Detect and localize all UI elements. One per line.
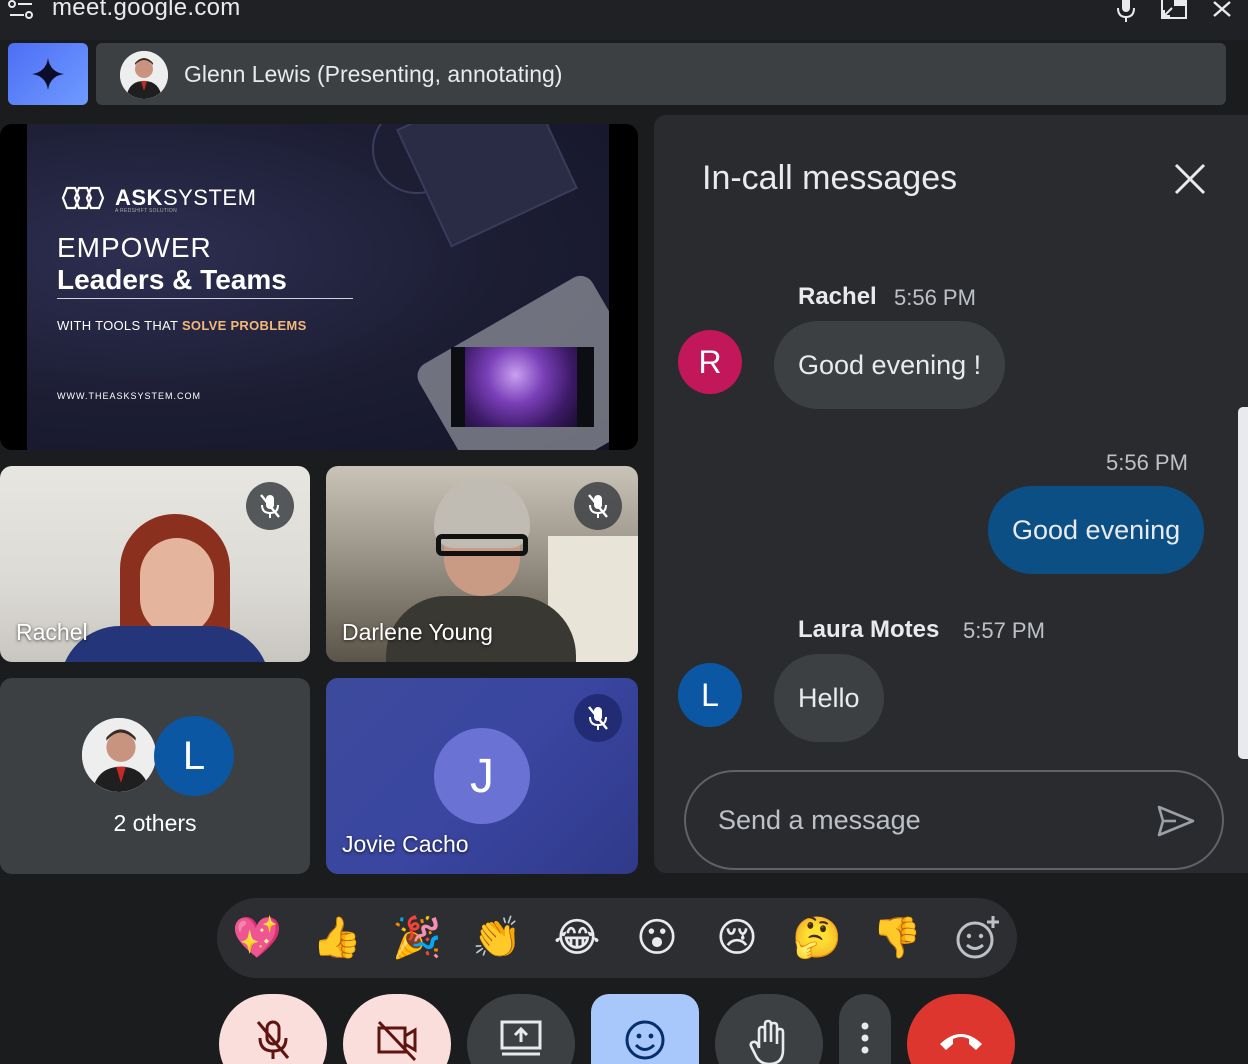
reaction-crying[interactable]: 😢 bbox=[709, 910, 765, 966]
reaction-party-popper[interactable]: 🎉 bbox=[389, 910, 445, 966]
more-vert-icon bbox=[861, 1022, 869, 1054]
sparkle-icon bbox=[32, 58, 64, 90]
close-icon[interactable] bbox=[1172, 161, 1208, 197]
avatar: L bbox=[154, 716, 234, 796]
avatar: R bbox=[678, 330, 742, 394]
participant-name: Jovie Cacho bbox=[342, 831, 469, 857]
more-options-button[interactable] bbox=[839, 994, 891, 1064]
camera-off-icon bbox=[377, 1020, 417, 1062]
reaction-laughing[interactable]: 😂 bbox=[549, 910, 605, 966]
logo-mark-icon bbox=[61, 186, 105, 210]
gemini-button[interactable] bbox=[8, 43, 88, 105]
browser-top-bar: meet.google.com bbox=[0, 0, 1248, 40]
message-sender: Rachel bbox=[798, 283, 877, 310]
meet-window: meet.google.com Glenn Lewis (Presenting,… bbox=[0, 0, 1248, 1064]
raise-hand-icon bbox=[749, 1019, 785, 1064]
reaction-thinking[interactable]: 🤔 bbox=[789, 910, 845, 966]
scrollbar[interactable] bbox=[1238, 407, 1248, 759]
site-settings-icon[interactable] bbox=[8, 0, 34, 22]
muted-mic-icon bbox=[246, 482, 294, 530]
reactions-bar: 💖 👍 🎉 👏 😂 😮 😢 🤔 👎 bbox=[217, 898, 1017, 978]
browser-url[interactable]: meet.google.com bbox=[52, 0, 241, 22]
present-screen-button[interactable] bbox=[467, 994, 575, 1064]
others-tile[interactable]: L 2 others bbox=[0, 678, 310, 874]
message-bubble: Hello bbox=[774, 654, 884, 742]
close-window-icon[interactable] bbox=[1212, 0, 1232, 22]
message-input-container bbox=[684, 770, 1224, 870]
add-reaction-icon[interactable] bbox=[949, 910, 1005, 966]
picture-in-picture-icon[interactable] bbox=[1160, 0, 1188, 22]
microphone-icon[interactable] bbox=[1116, 0, 1136, 22]
presenter-banner[interactable]: Glenn Lewis (Presenting, annotating) bbox=[96, 43, 1226, 105]
message-time: 5:56 PM bbox=[1106, 450, 1188, 475]
avatar: L bbox=[678, 663, 742, 727]
message-bubble: Good evening ! bbox=[774, 321, 1006, 409]
message-input[interactable] bbox=[718, 798, 1138, 842]
slide-website: WWW.THEASKSYSTEM.COM bbox=[57, 391, 202, 401]
raise-hand-button[interactable] bbox=[715, 994, 823, 1064]
panel-title: In-call messages bbox=[702, 159, 958, 197]
participant-tile-rachel[interactable]: Rachel bbox=[0, 466, 310, 662]
hang-up-icon bbox=[940, 1034, 982, 1050]
others-label: 2 others bbox=[113, 810, 197, 836]
avatar bbox=[80, 716, 158, 794]
present-screen-icon bbox=[500, 1020, 542, 1056]
participant-name: Darlene Young bbox=[342, 619, 493, 645]
presenter-avatar bbox=[120, 51, 168, 99]
presentation-slide: ASKSYSTEM A REDSHIFT SOLUTION EMPOWER Le… bbox=[27, 124, 609, 450]
reaction-thumbs-up[interactable]: 👍 bbox=[309, 910, 365, 966]
muted-mic-icon bbox=[574, 694, 622, 742]
microphone-off-icon bbox=[256, 1020, 290, 1059]
reaction-sparkling-heart[interactable]: 💖 bbox=[229, 910, 285, 966]
camera-toggle-button[interactable] bbox=[343, 994, 451, 1064]
participant-name: Rachel bbox=[16, 619, 88, 645]
microphone-toggle-button[interactable] bbox=[219, 994, 327, 1064]
slide-heading-2: Leaders & Teams bbox=[57, 264, 287, 295]
message-sender: Laura Motes bbox=[798, 616, 940, 643]
reaction-surprised[interactable]: 😮 bbox=[629, 910, 685, 966]
slide-divider bbox=[57, 298, 353, 299]
participant-tile-jovie[interactable]: J Jovie Cacho bbox=[326, 678, 638, 874]
presenter-video-thumbnail bbox=[451, 347, 594, 427]
emoji-icon bbox=[625, 1020, 665, 1060]
participant-tile-darlene[interactable]: Darlene Young bbox=[326, 466, 638, 662]
message-time: 5:56 PM bbox=[894, 285, 976, 310]
slide-tagline: WITH TOOLS THAT SOLVE PROBLEMS bbox=[57, 318, 307, 333]
leave-call-button[interactable] bbox=[907, 994, 1015, 1064]
reaction-clapping[interactable]: 👏 bbox=[469, 910, 525, 966]
presentation-tile[interactable]: ASKSYSTEM A REDSHIFT SOLUTION EMPOWER Le… bbox=[0, 124, 638, 450]
message-time: 5:57 PM bbox=[963, 618, 1045, 643]
in-call-messages-panel: In-call messages Rachel 5:56 PM R Good e… bbox=[654, 115, 1248, 873]
message-bubble: Good evening bbox=[988, 486, 1205, 574]
reaction-thumbs-down[interactable]: 👎 bbox=[869, 910, 925, 966]
muted-mic-icon bbox=[574, 482, 622, 530]
presenter-text: Glenn Lewis (Presenting, annotating) bbox=[184, 61, 563, 87]
slide-heading-1: EMPOWER bbox=[57, 232, 212, 263]
send-icon[interactable] bbox=[1156, 804, 1196, 838]
avatar: J bbox=[434, 728, 530, 824]
reactions-button[interactable] bbox=[591, 994, 699, 1064]
